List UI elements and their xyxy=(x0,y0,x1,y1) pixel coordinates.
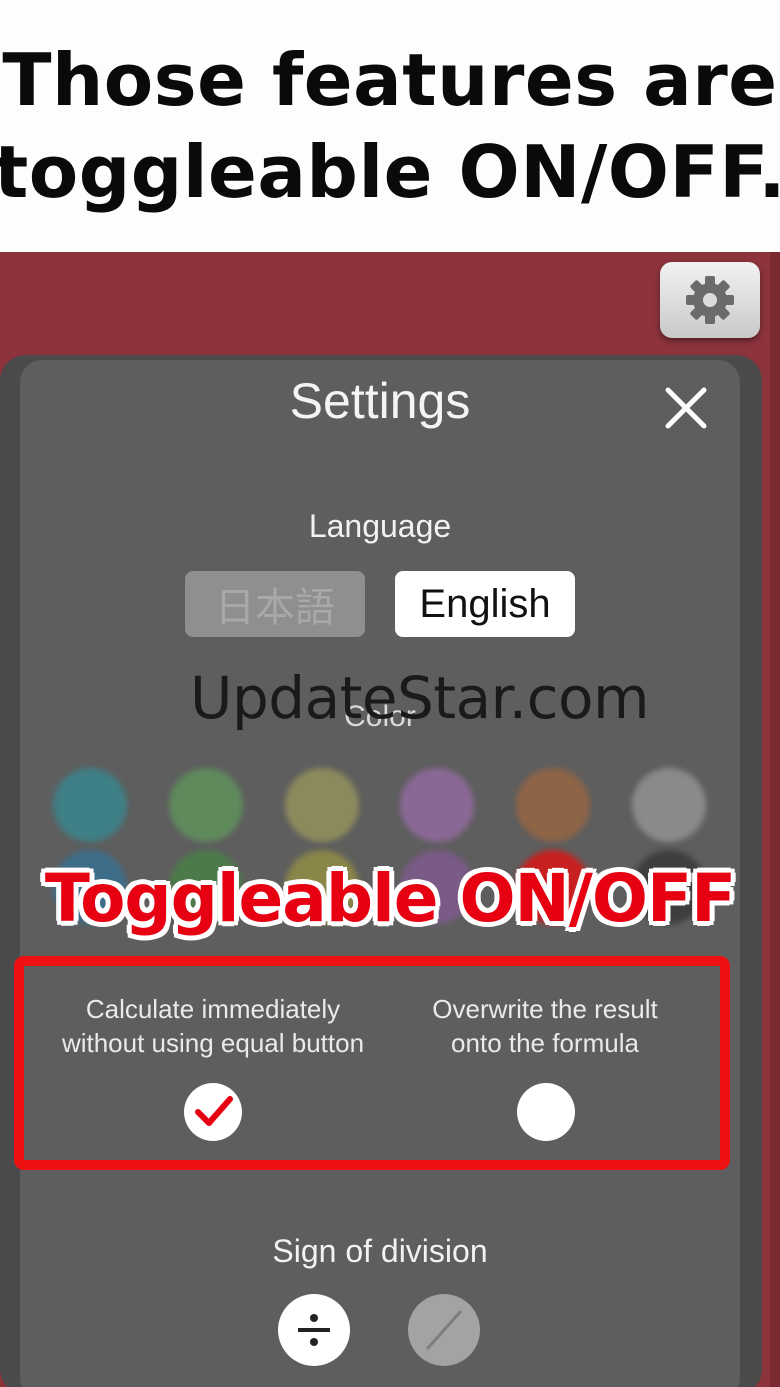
watermark: UpdateStar.com xyxy=(190,664,649,732)
color-swatch-gray[interactable] xyxy=(632,768,706,842)
calculate-immediately-toggle[interactable] xyxy=(184,1083,242,1141)
settings-gear-button[interactable] xyxy=(660,262,760,338)
option-label-overwrite-result: Overwrite the result onto the formula xyxy=(365,992,725,1060)
option-label-line: onto the formula xyxy=(451,1028,639,1058)
division-sign-label: Sign of division xyxy=(272,1233,488,1269)
settings-title: Settings xyxy=(289,373,471,429)
division-slash-button[interactable] xyxy=(408,1294,480,1366)
option-label-line: without using equal button xyxy=(61,1028,365,1058)
color-swatch-brown[interactable] xyxy=(516,768,590,842)
color-swatch-teal[interactable] xyxy=(53,768,127,842)
toggle-callout: Toggleable ON/OFF xyxy=(44,860,736,937)
option-label-line: Overwrite the result xyxy=(432,994,658,1024)
language-english-button[interactable]: English xyxy=(395,571,575,637)
banner-line-1: Those features are xyxy=(2,38,778,122)
option-label-calculate-immediately: Calculate immediately without using equa… xyxy=(33,992,393,1060)
divide-icon xyxy=(298,1314,330,1346)
overwrite-result-toggle[interactable] xyxy=(517,1083,575,1141)
slash-icon xyxy=(426,1310,462,1350)
division-obelus-button[interactable] xyxy=(278,1294,350,1366)
language-japanese-button[interactable]: 日本語 xyxy=(185,571,365,637)
close-icon[interactable] xyxy=(662,384,710,432)
language-label: Language xyxy=(308,508,452,544)
option-label-line: Calculate immediately xyxy=(85,994,341,1024)
toggle-highlight-box xyxy=(14,956,730,1170)
gear-icon xyxy=(686,276,734,324)
banner-line-2: toggleable ON/OFF. xyxy=(0,130,780,214)
color-swatch-purple[interactable] xyxy=(400,768,474,842)
checkmark-icon xyxy=(195,1096,233,1126)
color-swatch-olive[interactable] xyxy=(285,768,359,842)
app-right-edge xyxy=(770,252,780,1387)
color-swatch-green[interactable] xyxy=(169,768,243,842)
promo-banner: Those features are toggleable ON/OFF. xyxy=(0,0,780,252)
